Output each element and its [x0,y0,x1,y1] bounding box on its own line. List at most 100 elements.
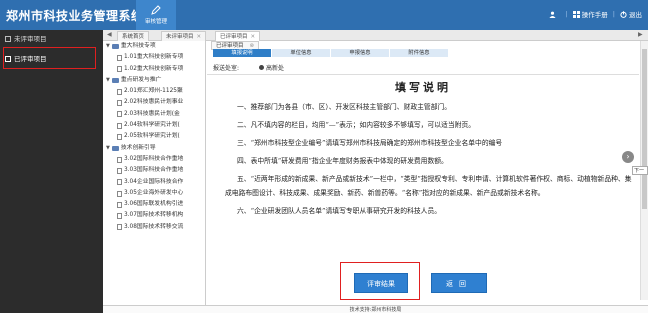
manual-label: 操作手册 [581,11,608,19]
unit-value: 高新处 [266,64,285,72]
tree-node-label: 2.05软科学研究计划( [124,133,180,140]
separator: | [565,10,568,18]
tree-node[interactable]: ▼ 重点研发与推广 [103,75,205,86]
tree-node-label: 3.05企业海外研发中心 [124,189,184,196]
tree-node[interactable]: 1.02重大科技创新专项 [103,64,205,75]
tree-node[interactable]: 2.02科技惠民计划事业 [103,97,205,108]
tree-node[interactable]: 3.05企业海外研发中心 [103,188,205,199]
separator: | [612,10,615,18]
tree-node[interactable]: 1.01重大科技创新专项 [103,52,205,63]
tab-fill-instructions[interactable]: 填报说明 [213,49,271,57]
tree-node-label: 3.03国际科技合作重地 [124,167,184,174]
tree-node[interactable]: ▼ 重大科技专项 [103,41,205,52]
tree-node[interactable]: 3.07国际技术转移机构 [103,210,205,221]
caret-down-icon: ▼ [106,76,110,83]
document-icon [117,156,122,163]
radio-icon [259,64,265,70]
tree-node-label: 3.04企业国际科技合作 [124,178,184,185]
tree-node[interactable]: 2.01郑汇郑州-1125聚 [103,86,205,97]
back-button[interactable]: 返回 [431,273,487,293]
tab-attachment-info[interactable]: 附件信息 [390,49,448,57]
document-icon [117,190,122,197]
folder-icon [111,44,119,50]
document-icon [117,167,122,174]
document-icon [117,54,122,61]
document-icon [117,88,122,95]
tab-label: 未评审项目 [166,34,194,40]
scroll-thumb[interactable] [642,49,647,209]
tab-home[interactable]: 系统首页 [117,31,150,41]
instructions-content: 一、推荐部门为各县（市、区）、开发区科技主管部门、财政主管部门。 二、凡不填内容… [225,101,633,223]
paragraph: 四、表中所填“研发费用”指企业年度财务报表中体现的研发费用数额。 [237,157,448,166]
tree-node-label: 3.02国际科技合作重地 [124,155,184,162]
document-icon [117,179,122,186]
document-icon [117,134,122,141]
close-icon[interactable]: ✕ [251,34,256,40]
paragraph: 一、推荐部门为各县（市、区）、开发区科技主管部门、财政主管部门。 [237,103,452,111]
unit-radio[interactable]: 高新处 [259,63,284,75]
tab-bar: ◀ 系统首页 未评审项目 ✕ 已评审项目 ✕ ▶ [103,30,648,41]
tree-node-label: 重点研发与推广 [120,76,162,83]
paragraph: 二、凡不填内容的栏目，均用“—”表示；如内容较多不够填写，可以适当附页。 [237,121,476,130]
document-icon [117,66,122,73]
tree-node-label: 1.01重大科技创新专项 [124,54,184,61]
folder-icon [111,145,119,151]
user-icon [549,11,556,18]
tree-node-label: 3.08国际技术转移交流 [124,223,184,230]
tab-unreviewed[interactable]: 未评审项目 ✕ [161,31,207,41]
manual-button[interactable]: 操作手册 [572,9,608,19]
document-icon [117,111,122,118]
unit-label: 报送处室: [213,64,240,72]
close-icon[interactable]: ✕ [197,34,202,40]
document-icon [117,100,122,107]
tree-node[interactable]: ▼ 技术创新引导 [103,143,205,154]
tree-node[interactable]: 3.02国际科技合作重地 [103,154,205,165]
sidebar-item-label: 未评审项目 [14,35,47,43]
next-tooltip: 下一 [632,166,648,175]
main-panel: 已评审项目 ⊗ 填报说明 单位信息 申报信息 附件信息 报送处室: 高新处 填写说… [207,41,648,300]
tab-unit-info[interactable]: 单位信息 [272,49,330,57]
project-tree: ▼ 重大科技专项 1.01重大科技创新专项 1.02重大科技创新专项 ▼ 重点研发与… [103,41,206,305]
tree-node-label: 技术创新引导 [120,144,156,151]
tab-label: 系统首页 [122,34,145,40]
paragraph: 六、“企业研发团队人员名单”请填写专职从事研究开发的科技人员。 [237,207,442,216]
document-icon [117,224,122,231]
document-icon [117,213,122,220]
tree-node[interactable]: 3.04企业国际科技合作 [103,177,205,188]
tab-application-info[interactable]: 申报信息 [331,49,389,57]
tab-scroll-right-icon[interactable]: ▶ [638,31,643,38]
tree-node[interactable]: 3.03国际科技合作重地 [103,165,205,176]
highlight-box [340,262,420,300]
logout-button[interactable]: 退出 [620,9,642,19]
next-arrow-icon[interactable]: › [622,151,634,163]
checkbox-icon [5,36,11,42]
grid-icon [572,10,580,18]
tree-node[interactable]: 2.05软科学研究计划( [103,131,205,142]
caret-down-icon: ▼ [106,144,110,151]
highlight-box [3,47,96,69]
tab-scroll-left-icon[interactable]: ◀ [107,31,112,38]
tree-node-label: 2.01郑汇郑州-1125聚 [124,88,183,95]
power-icon [620,10,627,18]
header-actions: | 操作手册 | 退出 [549,9,642,19]
tree-node[interactable]: 2.03科技惠民计划(金 [103,109,205,120]
tree-node[interactable]: 3.08国际技术转移交流 [103,222,205,233]
logout-label: 退出 [629,11,642,19]
top-header: 郑州市科技业务管理系统 审核管理 | 操作手册 | 退出 [0,0,648,30]
tree-node-label: 2.04软科学研究计划( [124,122,180,129]
footer: 技术支持:郑州市科技局 [103,305,648,313]
tab-reviewed[interactable]: 已评审项目 ✕ [215,31,261,41]
tree-node[interactable]: 2.04软科学研究计划( [103,120,205,131]
nav-tab-review[interactable]: 审核管理 [136,0,176,30]
sidebar-item-unreviewed[interactable]: 未评审项目 [0,32,103,46]
tree-node-label: 1.02重大科技创新专项 [124,65,184,72]
subtab-area: 已评审项目 ⊗ 填报说明 单位信息 申报信息 附件信息 [207,41,639,57]
tree-node-label: 2.03科技惠民计划(金 [124,110,180,117]
paragraph: 五、“近两年形成的新成果、新产品或新技术”一栏中，“类型”指授权专利、专利申请、… [225,175,632,197]
doc-title: 填写说明 [395,81,451,94]
section-nav: 填报说明 单位信息 申报信息 附件信息 [213,49,449,57]
tree-node[interactable]: 3.06国际联发机构引进 [103,199,205,210]
left-sidebar: 未评审项目 已评审项目 [0,30,103,313]
unit-row: 报送处室: 高新处 [207,63,639,75]
tab-label: 已评审项目 [220,34,248,40]
